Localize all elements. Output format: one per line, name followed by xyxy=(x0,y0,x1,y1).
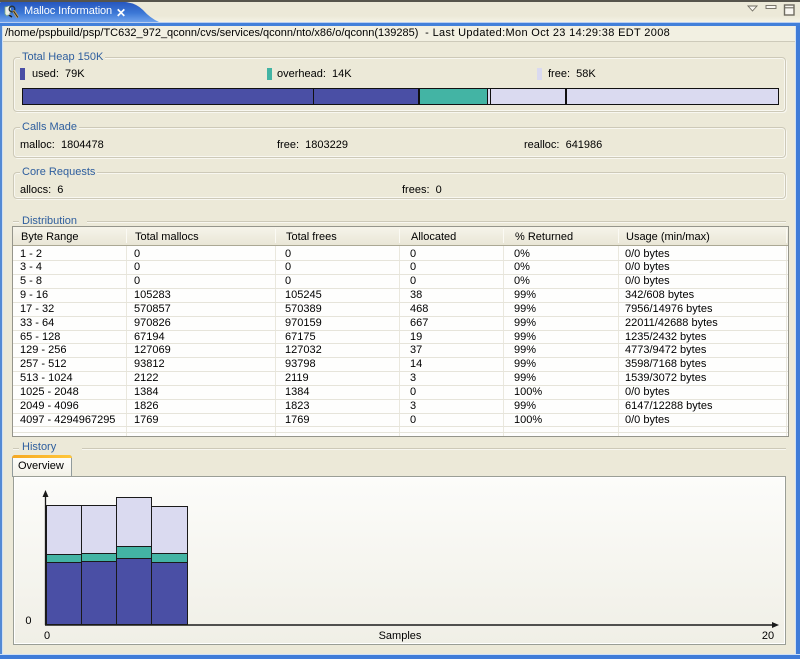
svg-text:20: 20 xyxy=(762,630,774,642)
svg-text:0: 0 xyxy=(44,630,50,642)
svg-text:Samples: Samples xyxy=(379,630,422,642)
svg-text:0: 0 xyxy=(25,615,31,627)
